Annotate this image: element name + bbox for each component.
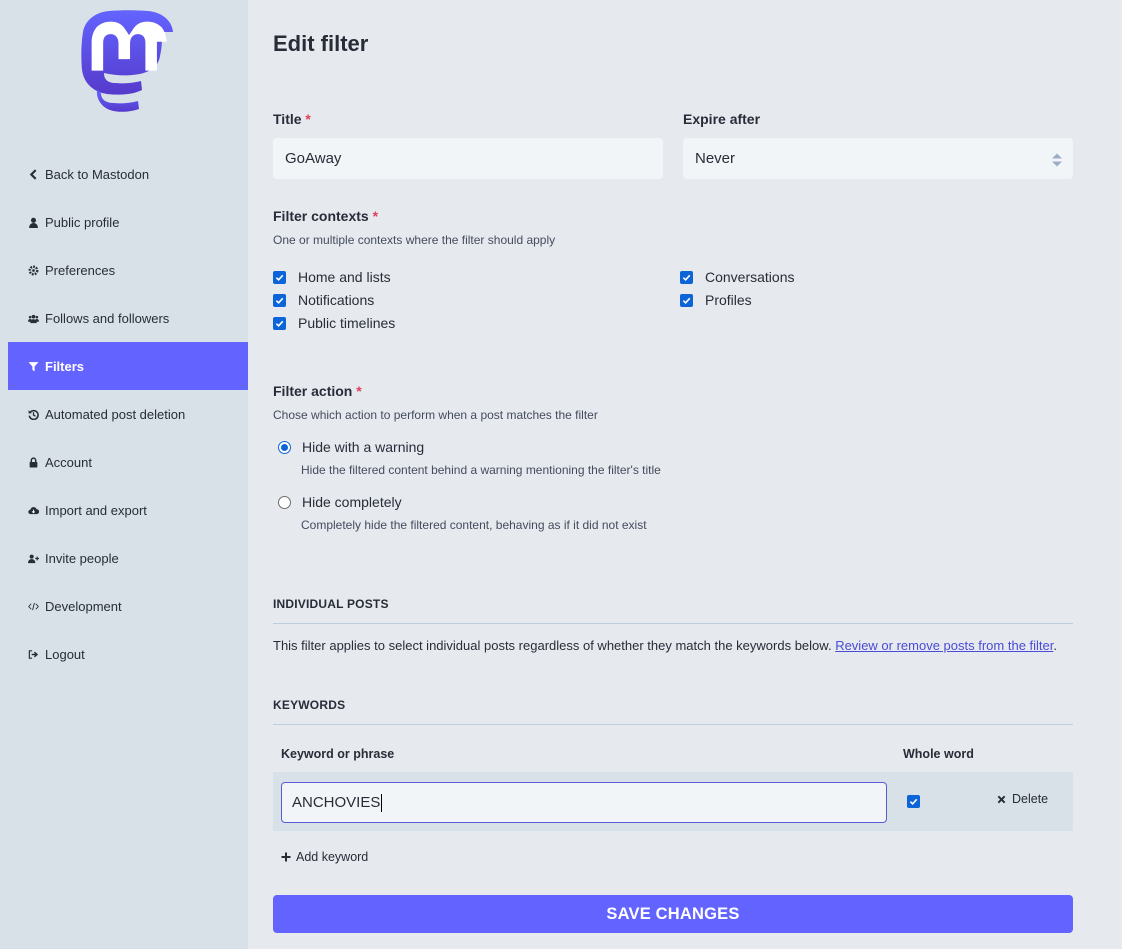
close-icon	[997, 795, 1006, 803]
action-label: Hide completely	[302, 494, 402, 510]
radio-selected[interactable]	[278, 440, 291, 454]
sidebar-item-automated-post-deletion[interactable]: Automated post deletion	[8, 390, 248, 438]
sidebar-item-label: Filters	[45, 358, 85, 374]
user-plus-icon	[26, 551, 40, 565]
context-profiles[interactable]: Profiles	[680, 292, 752, 308]
keyword-value: ANCHOVIES	[292, 794, 381, 811]
context-conversations[interactable]: Conversations	[680, 269, 795, 285]
col-whole-word: Whole word	[903, 747, 974, 761]
context-label: Profiles	[705, 292, 752, 308]
context-home-and-lists[interactable]: Home and lists	[273, 269, 391, 285]
filter-action-label: Filter action *	[273, 383, 362, 399]
context-public-timelines[interactable]: Public timelines	[273, 315, 395, 331]
context-label: Notifications	[298, 292, 375, 308]
sidebar-nav: Back to Mastodon Public profile Preferen…	[8, 150, 248, 678]
sidebar-item-public-profile[interactable]: Public profile	[8, 198, 248, 246]
sidebar-item-label: Logout	[45, 646, 85, 662]
title-input-value: GoAway	[285, 150, 342, 167]
sign-out-icon	[26, 647, 40, 661]
delete-label: Delete	[1012, 792, 1049, 806]
add-keyword-button[interactable]: Add keyword	[281, 850, 368, 864]
page-title: Edit filter	[273, 31, 369, 56]
sidebar-item-label: Follows and followers	[45, 310, 170, 326]
filter-action-label-text: Filter action	[273, 383, 353, 399]
keyword-input[interactable]: ANCHOVIES	[281, 782, 887, 823]
sidebar-item-label: Public profile	[45, 214, 120, 230]
trailing-period: .	[1053, 638, 1058, 653]
sidebar: Back to Mastodon Public profile Preferen…	[0, 0, 248, 949]
sidebar-item-filters[interactable]: Filters	[8, 342, 248, 390]
text-caret	[381, 793, 383, 812]
sidebar-item-label: Preferences	[45, 262, 116, 278]
delete-keyword-button[interactable]: Delete	[997, 792, 1048, 806]
title-input[interactable]: GoAway	[273, 138, 663, 179]
context-label: Public timelines	[298, 315, 396, 331]
checkbox-checked[interactable]	[273, 293, 286, 307]
sidebar-item-label: Back to Mastodon	[45, 166, 150, 182]
sidebar-item-label: Account	[45, 454, 92, 470]
expire-after-label: Expire after	[683, 111, 761, 127]
sidebar-item-label: Automated post deletion	[45, 406, 186, 422]
sidebar-item-invite-people[interactable]: Invite people	[8, 534, 248, 582]
filter-contexts-label-text: Filter contexts	[273, 208, 369, 224]
sidebar-item-account[interactable]: Account	[8, 438, 248, 486]
lock-icon	[26, 455, 40, 469]
checkbox-checked[interactable]	[680, 293, 693, 307]
sidebar-item-back-to-mastodon[interactable]: Back to Mastodon	[8, 150, 248, 198]
checkbox-checked[interactable]	[273, 270, 286, 284]
review-posts-link[interactable]: Review or remove posts from the filter	[835, 638, 1053, 653]
expire-after-select[interactable]: Never	[683, 138, 1073, 179]
plus-icon	[281, 852, 291, 862]
sidebar-item-logout[interactable]: Logout	[8, 630, 248, 678]
required-mark: *	[356, 383, 362, 399]
sidebar-item-label: Development	[45, 598, 122, 614]
checkbox-checked[interactable]	[680, 270, 693, 284]
individual-posts-description: This filter applies to select individual…	[273, 638, 832, 653]
action-hide-with-warning[interactable]: Hide with a warning	[278, 439, 424, 455]
individual-posts-text: This filter applies to select individual…	[273, 638, 1057, 653]
history-icon	[26, 407, 40, 421]
required-mark: *	[372, 208, 379, 224]
action-hide-completely[interactable]: Hide completely	[278, 494, 402, 510]
sidebar-item-development[interactable]: Development	[8, 582, 248, 630]
sidebar-item-follows-and-followers[interactable]: Follows and followers	[8, 294, 248, 342]
filter-contexts-label: Filter contexts *	[273, 208, 378, 224]
users-icon	[26, 311, 40, 325]
cloud-download-icon	[26, 503, 40, 517]
filter-icon	[26, 359, 40, 373]
save-changes-button[interactable]: SAVE CHANGES	[273, 895, 1073, 933]
gear-icon	[26, 263, 40, 277]
action-label: Hide with a warning	[302, 439, 425, 455]
required-mark: *	[305, 111, 311, 127]
action-hint: Completely hide the filtered content, be…	[301, 518, 647, 532]
filter-contexts-hint: One or multiple contexts where the filte…	[273, 233, 556, 247]
action-hint: Hide the filtered content behind a warni…	[301, 463, 661, 477]
keywords-heading: KEYWORDS	[273, 698, 1073, 725]
individual-posts-heading: INDIVIDUAL POSTS	[273, 597, 1073, 624]
code-icon	[26, 599, 40, 613]
filter-action-hint: Chose which action to perform when a pos…	[273, 408, 598, 422]
context-label: Home and lists	[298, 269, 391, 285]
title-label: Title *	[273, 111, 311, 127]
context-label: Conversations	[705, 269, 795, 285]
whole-word-checkbox[interactable]	[907, 795, 920, 808]
radio-unselected[interactable]	[278, 495, 291, 509]
sidebar-item-preferences[interactable]: Preferences	[8, 246, 248, 294]
sidebar-item-import-and-export[interactable]: Import and export	[8, 486, 248, 534]
checkbox-checked[interactable]	[273, 316, 286, 330]
col-keyword-or-phrase: Keyword or phrase	[281, 747, 395, 761]
chevron-left-icon	[26, 167, 40, 181]
expire-after-value: Never	[695, 150, 736, 167]
sidebar-item-label: Import and export	[45, 502, 147, 518]
context-notifications[interactable]: Notifications	[273, 292, 374, 308]
select-arrows-icon	[1052, 153, 1062, 167]
user-icon	[26, 215, 40, 229]
mastodon-logo[interactable]	[80, 10, 176, 112]
keyword-row: ANCHOVIES Delete	[273, 772, 1073, 831]
sidebar-item-label: Invite people	[45, 550, 119, 566]
title-label-text: Title	[273, 111, 302, 127]
add-keyword-label: Add keyword	[296, 850, 369, 864]
